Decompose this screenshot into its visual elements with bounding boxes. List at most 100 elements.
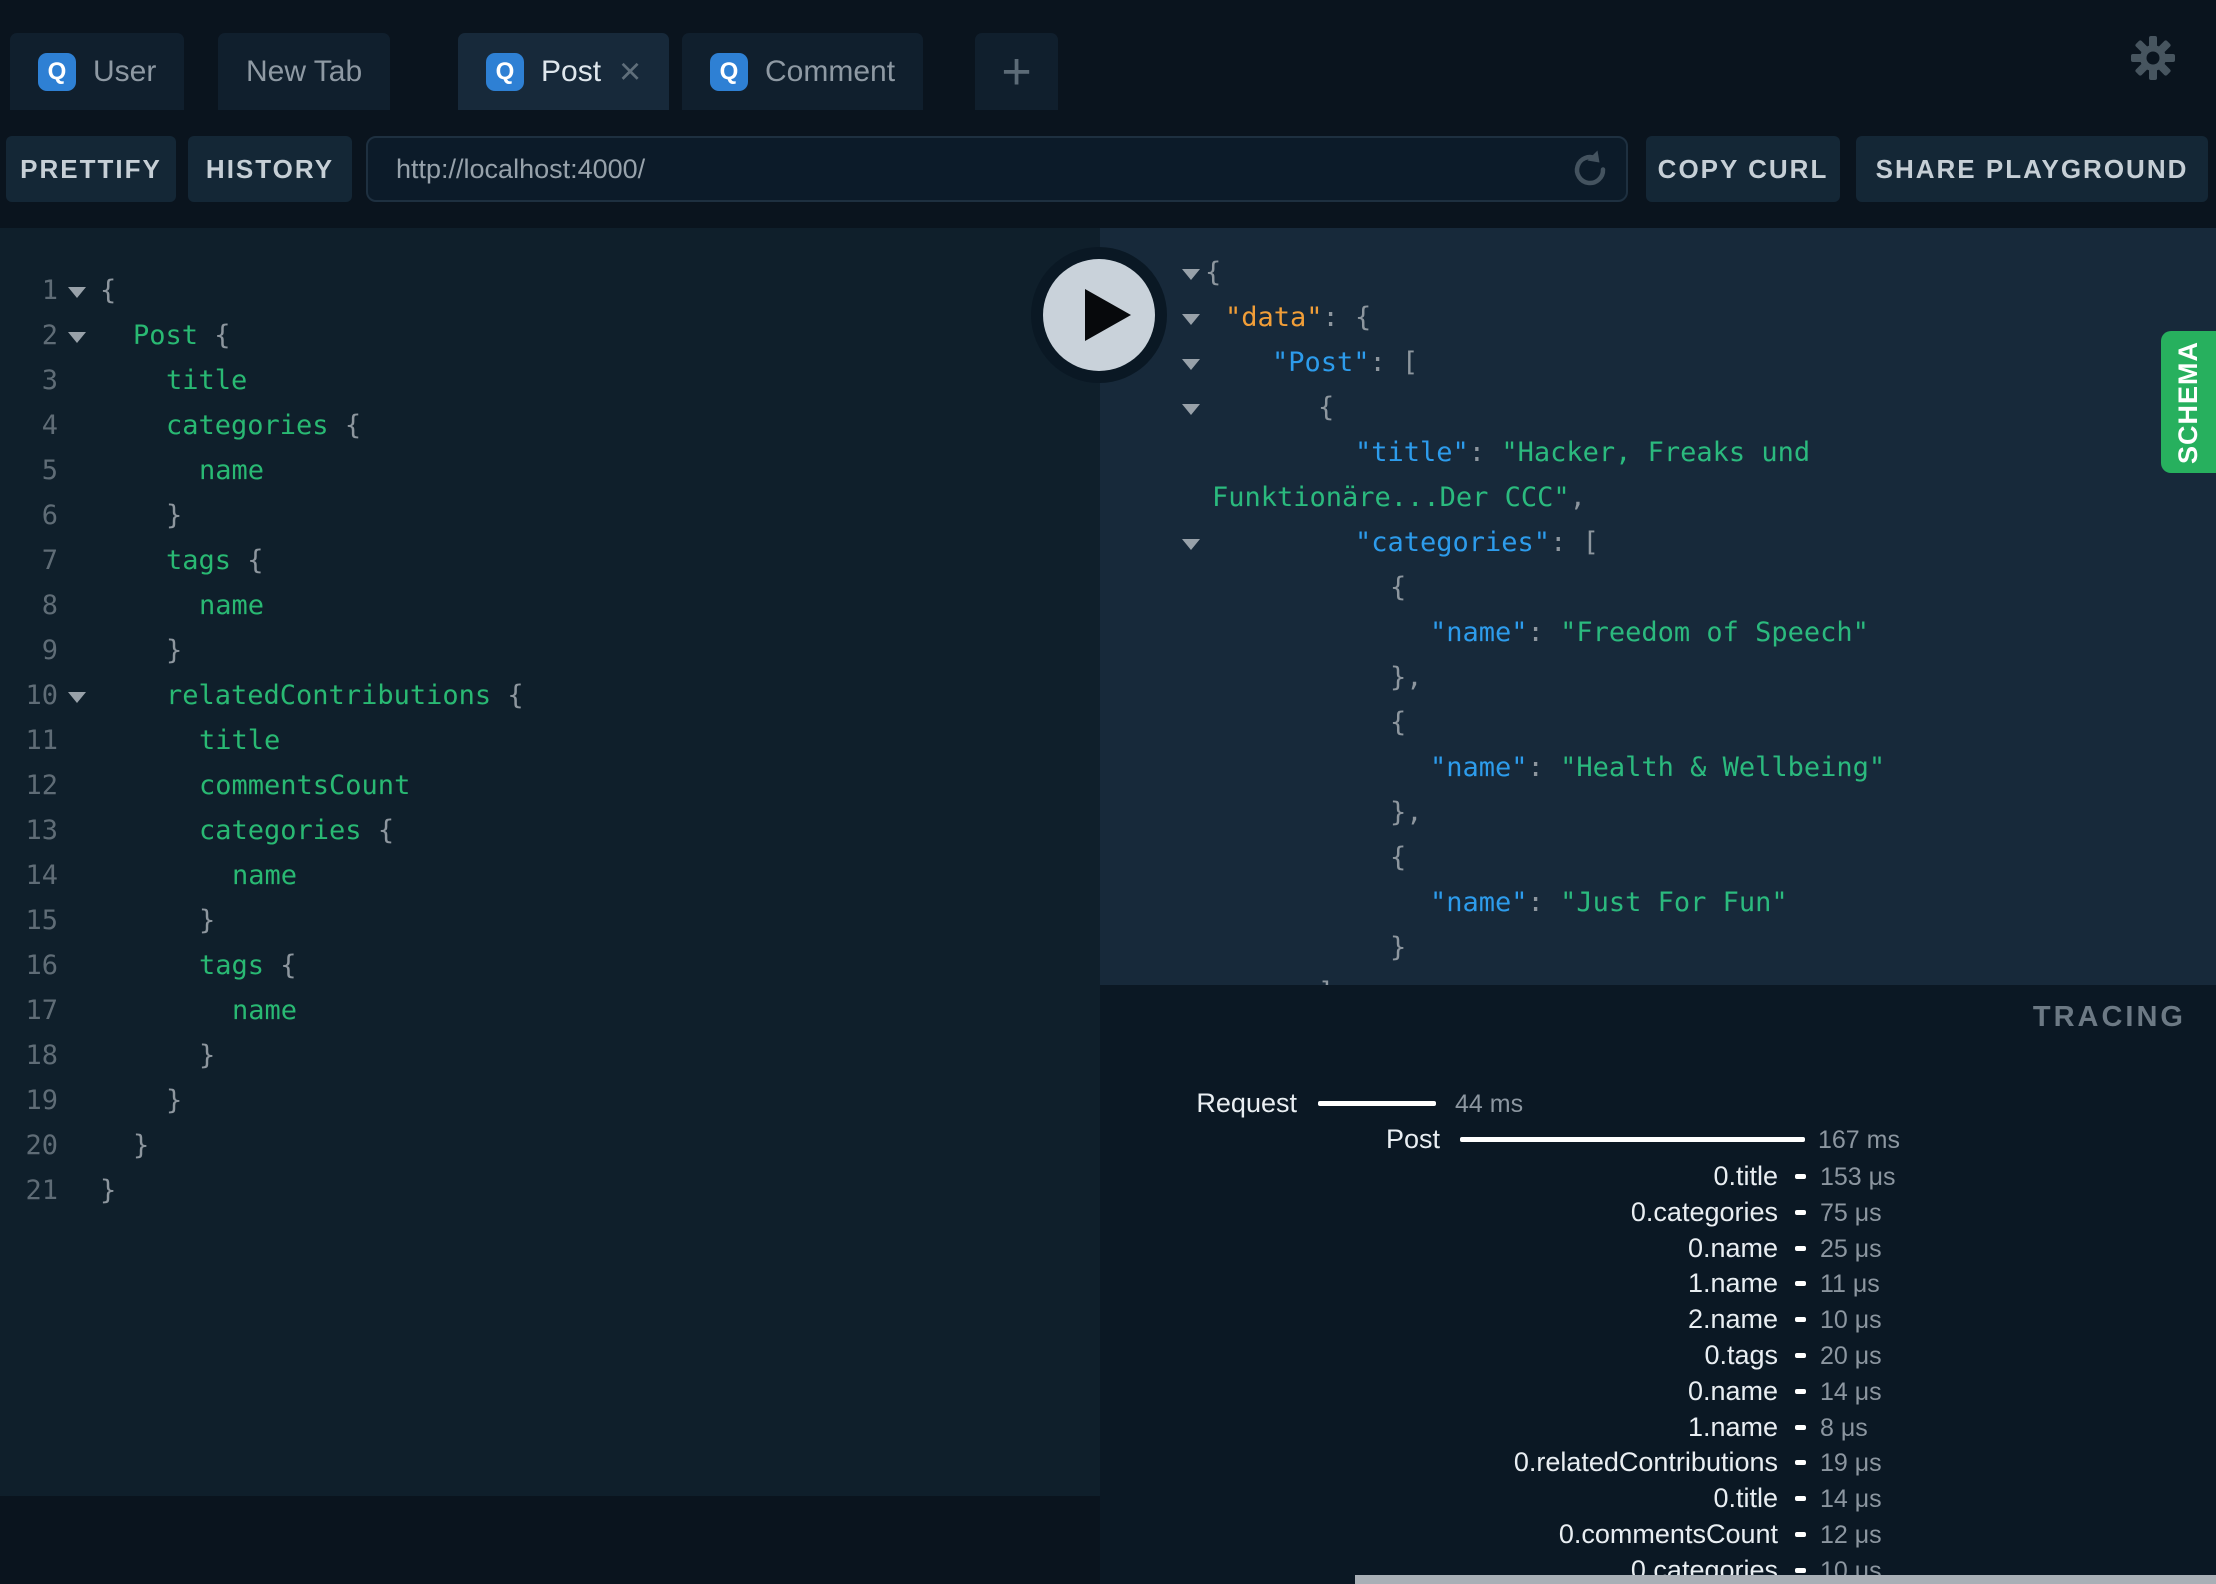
- fold-gutter: [58, 898, 100, 943]
- fold-arrow-icon[interactable]: [68, 287, 86, 298]
- code-text: tags {: [166, 545, 264, 576]
- line-number: 10: [25, 680, 58, 711]
- response-text: "name": "Freedom of Speech": [1430, 617, 1869, 648]
- line-number: 3: [41, 365, 58, 396]
- response-line: {: [1100, 385, 2216, 430]
- response-line: "categories": [: [1100, 520, 2216, 565]
- play-icon: [1085, 289, 1131, 341]
- code-line: 11 title: [0, 718, 1100, 763]
- toolbar: PRETTIFY HISTORY COPY CURL SHARE PLAYGRO…: [0, 110, 2216, 228]
- trace-duration-value: 8 μs: [1820, 1414, 1868, 1442]
- prettify-button[interactable]: PRETTIFY: [6, 136, 176, 202]
- query-badge-icon: Q: [710, 52, 748, 91]
- code-text: title: [199, 725, 281, 756]
- line-number: 11: [25, 725, 58, 756]
- code-text: categories {: [199, 815, 395, 846]
- fold-gutter: [58, 763, 100, 808]
- tab-label: Post: [541, 54, 602, 88]
- trace-label: 2.name: [1687, 1304, 1778, 1334]
- line-number: 19: [25, 1085, 58, 1116]
- history-button[interactable]: HISTORY: [188, 136, 352, 202]
- tab-label: New Tab: [246, 54, 363, 88]
- code-line: 12 commentsCount: [0, 763, 1100, 808]
- code-line: 3 title: [0, 358, 1100, 403]
- response-line: ]: [1100, 970, 2216, 985]
- fold-arrow-icon[interactable]: [1182, 404, 1200, 415]
- fold-gutter: [58, 1078, 100, 1123]
- share-playground-button[interactable]: SHARE PLAYGROUND: [1856, 136, 2208, 202]
- trace-label: 0.tags: [1704, 1340, 1778, 1370]
- settings-gear-icon[interactable]: [2129, 34, 2177, 82]
- query-editor-pane[interactable]: 1{2 Post {3 title 4 categories {5 name 6} 7 tags…: [0, 228, 1100, 1496]
- endpoint-input[interactable]: [396, 138, 1536, 200]
- code-line: 13 categories {: [0, 808, 1100, 853]
- tab-comment[interactable]: Q Comment: [682, 33, 924, 110]
- code-line: 5 name: [0, 448, 1100, 493]
- response-line: },: [1100, 655, 2216, 700]
- response-text: "categories": [: [1355, 527, 1599, 558]
- fold-arrow-icon[interactable]: [1182, 269, 1200, 280]
- tab-new-tab[interactable]: New Tab: [218, 33, 391, 110]
- code-text: name: [199, 455, 265, 486]
- trace-label: 0.name: [1687, 1376, 1778, 1406]
- fold-gutter: [58, 583, 100, 628]
- trace-duration-bar: [1795, 1317, 1806, 1322]
- line-number: 5: [41, 455, 58, 486]
- trace-duration-bar: [1795, 1425, 1806, 1430]
- trace-row: 0.tags 20 μs: [1100, 1340, 2216, 1376]
- trace-duration-bar: [1795, 1568, 1806, 1573]
- new-tab-button[interactable]: +: [975, 33, 1058, 110]
- trace-duration-value: 25 μs: [1820, 1235, 1882, 1263]
- fold-arrow-icon[interactable]: [1182, 359, 1200, 370]
- code-text: Post {: [133, 320, 231, 351]
- code-line: 10 relatedContributions {: [0, 673, 1100, 718]
- code-line: 9}: [0, 628, 1100, 673]
- close-tab-icon[interactable]: ×: [619, 53, 641, 91]
- response-text: "name": "Just For Fun": [1430, 887, 1788, 918]
- response-text: "data": {: [1225, 302, 1372, 333]
- fold-arrow-icon[interactable]: [68, 692, 86, 703]
- response-line: "data": {: [1100, 295, 2216, 340]
- fold-gutter: [58, 1033, 100, 1078]
- fold-gutter: [58, 493, 100, 538]
- response-line: "name": "Just For Fun": [1100, 880, 2216, 925]
- line-number: 13: [25, 815, 58, 846]
- code-text: tags {: [199, 950, 297, 981]
- tab-post[interactable]: Q Post ×: [458, 33, 670, 110]
- fold-gutter: [58, 358, 100, 403]
- fold-gutter: [58, 313, 100, 358]
- trace-duration-value: 12 μs: [1820, 1521, 1882, 1549]
- response-text: {: [1390, 842, 1407, 873]
- query-editor-lines[interactable]: 1{2 Post {3 title 4 categories {5 name 6} 7 tags…: [0, 268, 1100, 1213]
- code-line: 8 name: [0, 583, 1100, 628]
- reload-schema-icon[interactable]: [1570, 149, 1610, 189]
- trace-duration-bar: [1795, 1174, 1806, 1179]
- execute-query-button[interactable]: [1031, 247, 1167, 383]
- horizontal-scrollbar[interactable]: [1355, 1575, 2216, 1584]
- tab-label: Comment: [765, 54, 896, 88]
- fold-arrow-icon[interactable]: [1182, 314, 1200, 325]
- trace-duration-bar: [1795, 1281, 1806, 1286]
- code-line: 7 tags {: [0, 538, 1100, 583]
- code-text: name: [232, 860, 298, 891]
- line-number: 9: [41, 635, 58, 666]
- code-line: 4 categories {: [0, 403, 1100, 448]
- tab-label: User: [93, 54, 157, 88]
- fold-arrow-icon[interactable]: [68, 332, 86, 343]
- fold-gutter: [58, 1123, 100, 1168]
- tab-user[interactable]: Q User: [10, 33, 185, 110]
- trace-row: 0.title 14 μs: [1100, 1483, 2216, 1519]
- fold-arrow-icon[interactable]: [1182, 539, 1200, 550]
- code-text: }: [166, 500, 183, 531]
- response-pane: {"data": {"Post": [{"title": "Hacker, Fr…: [1100, 228, 2216, 985]
- schema-side-tab[interactable]: SCHEMA: [2161, 331, 2216, 473]
- trace-duration-bar: [1795, 1460, 1806, 1465]
- fold-gutter: [58, 538, 100, 583]
- response-text: "name": "Health & Wellbeing": [1430, 752, 1886, 783]
- copy-curl-button[interactable]: COPY CURL: [1646, 136, 1840, 202]
- response-text: }: [1390, 932, 1407, 963]
- trace-duration-value: 167 ms: [1818, 1126, 1900, 1154]
- code-text: name: [199, 590, 265, 621]
- code-line: 18}: [0, 1033, 1100, 1078]
- code-text: }: [100, 1175, 117, 1206]
